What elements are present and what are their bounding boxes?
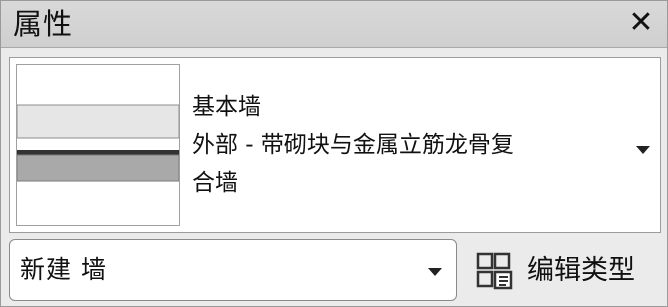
edit-type-button[interactable]: 编辑类型 bbox=[471, 245, 661, 297]
edit-type-label: 编辑类型 bbox=[527, 255, 635, 286]
type-dropdown-icon[interactable] bbox=[636, 146, 650, 154]
type-name-line-1: 外部 - 带砌块与金属立筋龙骨复 bbox=[192, 132, 514, 158]
palette-title: 属性 bbox=[13, 7, 74, 41]
title-bar[interactable]: 属性 ✕ bbox=[1, 1, 667, 48]
instance-filter-dropdown[interactable]: 新建 墙 bbox=[9, 239, 457, 301]
close-icon[interactable]: ✕ bbox=[623, 5, 659, 41]
wall-preview-image bbox=[16, 64, 180, 226]
chevron-down-icon bbox=[428, 268, 442, 276]
type-selector[interactable]: 基本墙 外部 - 带砌块与金属立筋龙骨复 合墙 bbox=[9, 57, 661, 233]
edit-type-icon bbox=[475, 251, 515, 295]
properties-palette: 属性 ✕ 基本墙 外部 - 带砌块与金属立筋龙骨复 合墙 新建 墙 编辑类型 bbox=[0, 0, 668, 307]
type-name: 基本墙 外部 - 带砌块与金属立筋龙骨复 合墙 bbox=[192, 88, 622, 202]
filter-value: 新建 墙 bbox=[20, 255, 107, 284]
type-name-line-2: 合墙 bbox=[192, 170, 238, 196]
type-family-label: 基本墙 bbox=[192, 94, 261, 120]
